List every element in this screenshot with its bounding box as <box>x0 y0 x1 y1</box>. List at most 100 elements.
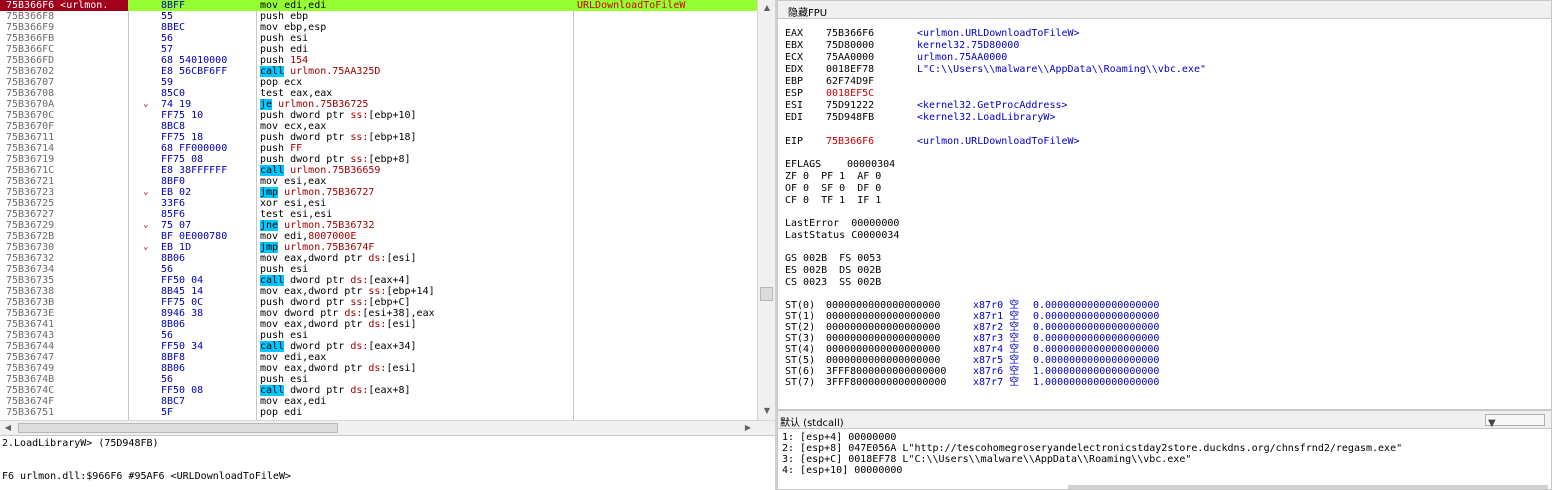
operand: ds: <box>368 363 387 374</box>
disasm-row[interactable]: 75B3671C E8 38FFFFFF call urlmon.75B36659 <box>0 165 757 176</box>
instruction-address: 75B36711 <box>6 132 55 143</box>
instruction-bytes: 85F6 <box>161 209 186 220</box>
disasm-row[interactable]: 75B3672B BF 0E000780 mov edi,8007000E <box>0 231 757 242</box>
operand: ds: <box>350 341 369 352</box>
scroll-down-arrow-icon[interactable]: ▼ <box>759 403 775 419</box>
calling-convention-bar: 默认 (stdcall) ▼ <box>778 411 1551 429</box>
hide-fpu-label: 隐藏FPU <box>788 8 828 19</box>
disasm-row[interactable]: 75B366FD 68 54010000 push 154 <box>0 55 757 66</box>
disasm-row[interactable]: 75B36702 E8 56CBF6FF call urlmon.75AA325D <box>0 66 757 77</box>
disasm-row[interactable]: 75B36730 ⌄ EB 1D jmp urlmon.75B3674F <box>0 242 757 253</box>
register-comment: <urlmon.URLDownloadToFileW> <box>917 28 1080 39</box>
disasm-row[interactable]: 75B36743 56 push esi <box>0 330 757 341</box>
disasm-row[interactable]: 75B36721 8BF0 mov esi,eax <box>0 176 757 187</box>
instruction-bytes: FF75 10 <box>161 110 204 121</box>
disasm-row[interactable]: 75B36749 8B06 mov eax,dword ptr ds:[esi] <box>0 363 757 374</box>
instruction-address: 75B36727 <box>6 209 55 220</box>
operand: 8007000E <box>308 231 357 242</box>
disasm-row[interactable]: 75B36725 33F6 xor esi,esi <box>0 198 757 209</box>
instruction-text: test esi,esi <box>260 209 332 220</box>
register-value: 75B366F6 <box>826 28 875 39</box>
disasm-row[interactable]: 75B366F6 <urlmon. 8BFF mov edi,edi URLDownl… <box>0 0 757 11</box>
call-argument-row[interactable]: 1: [esp+4] 00000000 <box>782 432 896 443</box>
operand: urlmon.75AA325D <box>290 66 381 77</box>
mnemonic: jne <box>260 220 279 231</box>
stack-horizontal-scrollbar[interactable] <box>1068 485 1548 489</box>
disasm-row[interactable]: 75B36711 FF75 18 push dword ptr ss:[ebp+18… <box>0 132 757 143</box>
instruction-bytes: 8BF0 <box>161 176 186 187</box>
disasm-row[interactable]: 75B366F8 55 push ebp <box>0 11 757 22</box>
fpu-register-tag: x87r7 空 <box>973 377 1020 388</box>
mnemonic: mov <box>260 0 279 11</box>
register-name: EDX <box>785 64 804 75</box>
hide-fpu-button[interactable]: 隐藏FPU <box>778 1 1551 19</box>
disasm-row[interactable]: 75B366FB 56 push esi <box>0 33 757 44</box>
disasm-row[interactable]: 75B3670C FF75 10 push dword ptr ss:[ebp+10… <box>0 110 757 121</box>
call-argument-row[interactable]: 2: [esp+8] 047E056A L"http://tescohomegr… <box>782 443 1402 454</box>
disasm-row[interactable]: 75B36708 85C0 test eax,eax <box>0 88 757 99</box>
disassembly-vertical-scrollbar[interactable]: ▲ ▼ <box>757 0 775 420</box>
disasm-row[interactable]: 75B36734 56 push esi <box>0 264 757 275</box>
disasm-row[interactable]: 75B36741 8B06 mov eax,dword ptr ds:[esi] <box>0 319 757 330</box>
instruction-text: je urlmon.75B36725 <box>260 99 368 110</box>
mnemonic: mov <box>260 319 279 330</box>
instruction-bytes: FF75 18 <box>161 132 204 143</box>
segment-line: CS 0023 SS 002B <box>785 277 882 288</box>
disassembly-view[interactable]: 75B366F6 <urlmon. 8BFF mov edi,edi URLDownl… <box>0 0 757 420</box>
instruction-address: 75B36707 <box>6 77 55 88</box>
disasm-row[interactable]: 75B366FC 57 push edi <box>0 44 757 55</box>
disasm-row[interactable]: 75B3673B FF75 0C push dword ptr ss:[ebp+C] <box>0 297 757 308</box>
calling-convention-dropdown[interactable]: ▼ <box>1485 414 1545 429</box>
operand: ss: <box>350 297 369 308</box>
disasm-row[interactable]: 75B36738 8B45 14 mov eax,dword ptr ss:[ebp… <box>0 286 757 297</box>
scroll-left-arrow-icon[interactable]: ◀ <box>0 421 16 435</box>
disasm-row[interactable]: 75B3673E 8946 38 mov dword ptr ds:[esi+38]… <box>0 308 757 319</box>
instruction-text: push dword ptr ss:[ebp+8] <box>260 154 411 165</box>
instruction-address: 75B36725 <box>6 198 55 209</box>
mnemonic: push <box>260 154 285 165</box>
disasm-row[interactable]: 75B366F9 8BEC mov ebp,esp <box>0 22 757 33</box>
disasm-row[interactable]: 75B3674B 56 push esi <box>0 374 757 385</box>
instruction-text: mov esi,eax <box>260 176 326 187</box>
register-name: ESP <box>785 88 804 99</box>
register-value: 0018EF5C <box>826 88 875 99</box>
mnemonic: xor <box>260 198 279 209</box>
instruction-text: mov dword ptr ds:[esi+38],eax <box>260 308 435 319</box>
disasm-row[interactable]: 75B3670F 8BC8 mov ecx,eax <box>0 121 757 132</box>
instruction-bytes: 5F <box>161 407 174 418</box>
eflags-value: 00000304 <box>847 159 896 170</box>
fpu-register-number: 1.0000000000000000000 <box>1033 377 1160 388</box>
scrollbar-thumb[interactable] <box>18 423 338 433</box>
scroll-up-arrow-icon[interactable]: ▲ <box>759 0 775 16</box>
scroll-right-arrow-icon[interactable]: ▶ <box>740 421 756 435</box>
disasm-row[interactable]: 75B36727 85F6 test esi,esi <box>0 209 757 220</box>
segment-line: ES 002B DS 002B <box>785 265 882 276</box>
segment-line: GS 002B FS 0053 <box>785 253 882 264</box>
flags-line: ZF 0 PF 1 AF 0 <box>785 171 882 182</box>
disasm-row[interactable]: 75B36723 ⌄ EB 02 jmp urlmon.75B36727 <box>0 187 757 198</box>
disassembly-horizontal-scrollbar[interactable]: ◀ ▶ <box>0 420 775 435</box>
disasm-row[interactable]: 75B36735 FF50 04 call dword ptr ds:[eax+4] <box>0 275 757 286</box>
disasm-row[interactable]: 75B3670A ⌄ 74 19 je urlmon.75B36725 <box>0 99 757 110</box>
instruction-address: 75B3673B <box>6 297 55 308</box>
operand: ds: <box>368 253 387 264</box>
disasm-row[interactable]: 75B3674F 8BC7 mov eax,edi <box>0 396 757 407</box>
disasm-row[interactable]: 75B36747 8BF8 mov edi,eax <box>0 352 757 363</box>
disasm-row[interactable]: 75B36707 59 pop ecx <box>0 77 757 88</box>
scrollbar-thumb[interactable] <box>760 287 773 301</box>
operand: eax,dword ptr <box>284 363 369 374</box>
operand: [esi] <box>386 253 417 264</box>
disasm-row[interactable]: 75B36729 ⌄ 75 07 jne urlmon.75B36732 <box>0 220 757 231</box>
disasm-row[interactable]: 75B36751 5F pop edi <box>0 407 757 418</box>
operand: [ebp+10] <box>368 110 417 121</box>
disasm-row[interactable]: 75B36744 FF50 34 call dword ptr ds:[eax+34… <box>0 341 757 352</box>
disasm-row[interactable]: 75B36714 68 FF000000 push FF <box>0 143 757 154</box>
disasm-row[interactable]: 75B36719 FF75 08 push dword ptr ss:[ebp+8] <box>0 154 757 165</box>
disasm-row[interactable]: 75B3674C FF50 08 call dword ptr ds:[eax+8] <box>0 385 757 396</box>
disasm-row[interactable]: 75B36732 8B06 mov eax,dword ptr ds:[esi] <box>0 253 757 264</box>
call-argument-row[interactable]: 4: [esp+10] 00000000 <box>782 465 902 476</box>
instruction-text: push dword ptr ss:[ebp+18] <box>260 132 417 143</box>
instruction-bytes: FF50 04 <box>161 275 204 286</box>
call-argument-row[interactable]: 3: [esp+C] 0018EF78 L"C:\\Users\\malware… <box>782 454 1191 465</box>
registers-pane: 隐藏FPU EAX 75B366F6 <urlmon.URLDownloadToFi… <box>777 0 1552 410</box>
